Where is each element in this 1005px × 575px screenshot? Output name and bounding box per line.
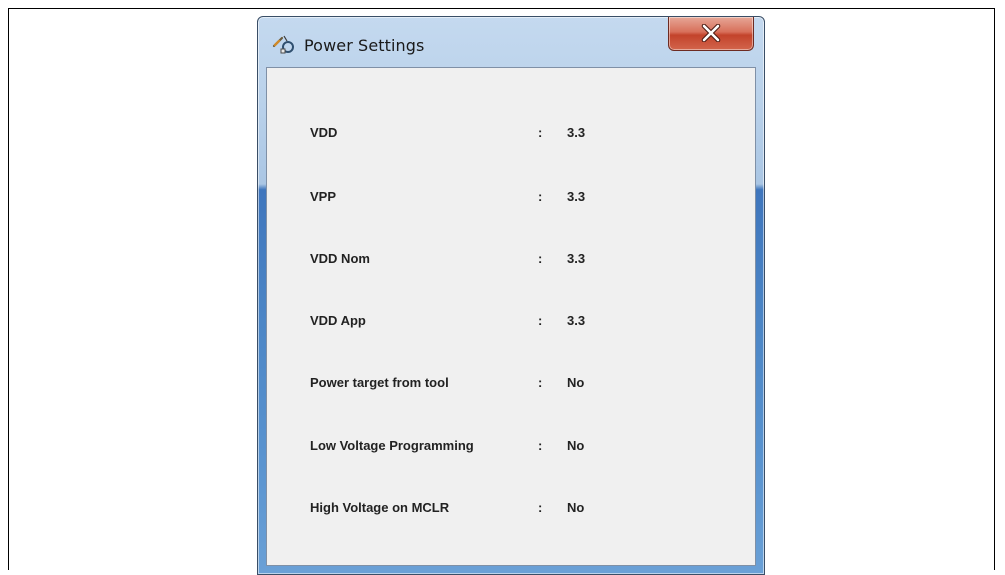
power-settings-dialog: Power Settings VDD : 3.3 VPP : 3.3 VDD N… — [257, 16, 765, 575]
setting-value: No — [567, 500, 585, 515]
power-settings-icon — [272, 32, 296, 56]
setting-row-low-voltage-programming: Low Voltage Programming : No — [310, 438, 710, 458]
setting-row-vdd: VDD : 3.3 — [310, 125, 710, 145]
setting-row-power-target: Power target from tool : No — [310, 375, 710, 395]
separator: : — [538, 438, 543, 453]
setting-value: 3.3 — [567, 251, 586, 266]
setting-row-high-voltage-mclr: High Voltage on MCLR : No — [310, 500, 710, 520]
window-title: Power Settings — [304, 36, 425, 55]
separator: : — [538, 125, 543, 140]
setting-label: Low Voltage Programming — [310, 438, 474, 453]
setting-label: VDD App — [310, 313, 366, 328]
setting-value: 3.3 — [567, 189, 586, 204]
close-button[interactable] — [668, 17, 754, 51]
title-bar[interactable]: Power Settings — [258, 17, 764, 67]
separator: : — [538, 500, 543, 515]
setting-value: 3.3 — [567, 125, 586, 140]
close-icon — [701, 24, 721, 42]
setting-label: Power target from tool — [310, 375, 449, 390]
separator: : — [538, 251, 543, 266]
separator: : — [538, 375, 543, 390]
setting-value: No — [567, 438, 585, 453]
setting-row-vdd-app: VDD App : 3.3 — [310, 313, 710, 333]
setting-value: No — [567, 375, 585, 390]
setting-label: VDD — [310, 125, 338, 140]
separator: : — [538, 313, 543, 328]
setting-label: VDD Nom — [310, 251, 370, 266]
settings-panel: VDD : 3.3 VPP : 3.3 VDD Nom : 3.3 VDD Ap… — [266, 67, 756, 566]
setting-row-vdd-nom: VDD Nom : 3.3 — [310, 251, 710, 271]
setting-label: VPP — [310, 189, 337, 204]
setting-label: High Voltage on MCLR — [310, 500, 450, 515]
setting-row-vpp: VPP : 3.3 — [310, 189, 710, 209]
separator: : — [538, 189, 543, 204]
setting-value: 3.3 — [567, 313, 586, 328]
